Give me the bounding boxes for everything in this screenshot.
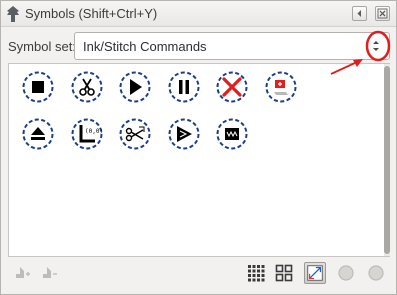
close-icon: [377, 8, 388, 19]
ignore-layer-icon[interactable]: [265, 71, 297, 103]
cut-scissors-icon[interactable]: [119, 118, 151, 150]
symbol-set-value: Ink/Stitch Commands: [83, 39, 207, 54]
fit-view-icon[interactable]: [304, 262, 326, 284]
dialog-menu-button[interactable]: [352, 6, 367, 21]
zoom-out-icon[interactable]: [335, 262, 357, 284]
symbols-grid: (0,0): [8, 63, 390, 257]
small-grid-icon[interactable]: [273, 262, 295, 284]
symbols-bottom-bar: [1, 259, 396, 295]
dialog-close-button[interactable]: [375, 6, 390, 21]
play-icon[interactable]: [119, 71, 151, 103]
dialog-title: Symbols (Shift+Ctrl+Y): [25, 6, 158, 21]
symbol-set-label: Symbol set:: [8, 39, 76, 54]
fill-start-icon[interactable]: [168, 118, 200, 150]
symbols-scroll-thumb[interactable]: [384, 66, 390, 254]
svg-text:(0,0): (0,0): [85, 128, 103, 135]
menu-icon: [357, 10, 361, 17]
eject-icon[interactable]: [22, 118, 54, 150]
ignore-x-icon[interactable]: [216, 71, 248, 103]
symbols-dialog: Symbols (Shift+Ctrl+Y) Symbol set: Ink/S…: [0, 0, 397, 295]
zoom-in-icon[interactable]: [365, 262, 387, 284]
large-grid-icon[interactable]: [245, 262, 267, 284]
stop-icon[interactable]: [22, 71, 54, 103]
symbols-scrollbar[interactable]: [384, 64, 390, 256]
add-symbol-icon[interactable]: [11, 262, 33, 284]
trim-scissors-icon[interactable]: [71, 71, 103, 103]
remove-symbol-icon[interactable]: [38, 262, 60, 284]
pause-icon[interactable]: [168, 71, 200, 103]
inkscape-icon: [7, 6, 19, 22]
dialog-titlebar[interactable]: Symbols (Shift+Ctrl+Y): [1, 1, 396, 27]
origin-icon[interactable]: (0,0): [71, 118, 103, 150]
symbol-set-dropdown[interactable]: Ink/Stitch Commands: [74, 32, 390, 60]
spin-arrows-icon[interactable]: [371, 38, 381, 54]
fill-end-icon[interactable]: [216, 118, 248, 150]
